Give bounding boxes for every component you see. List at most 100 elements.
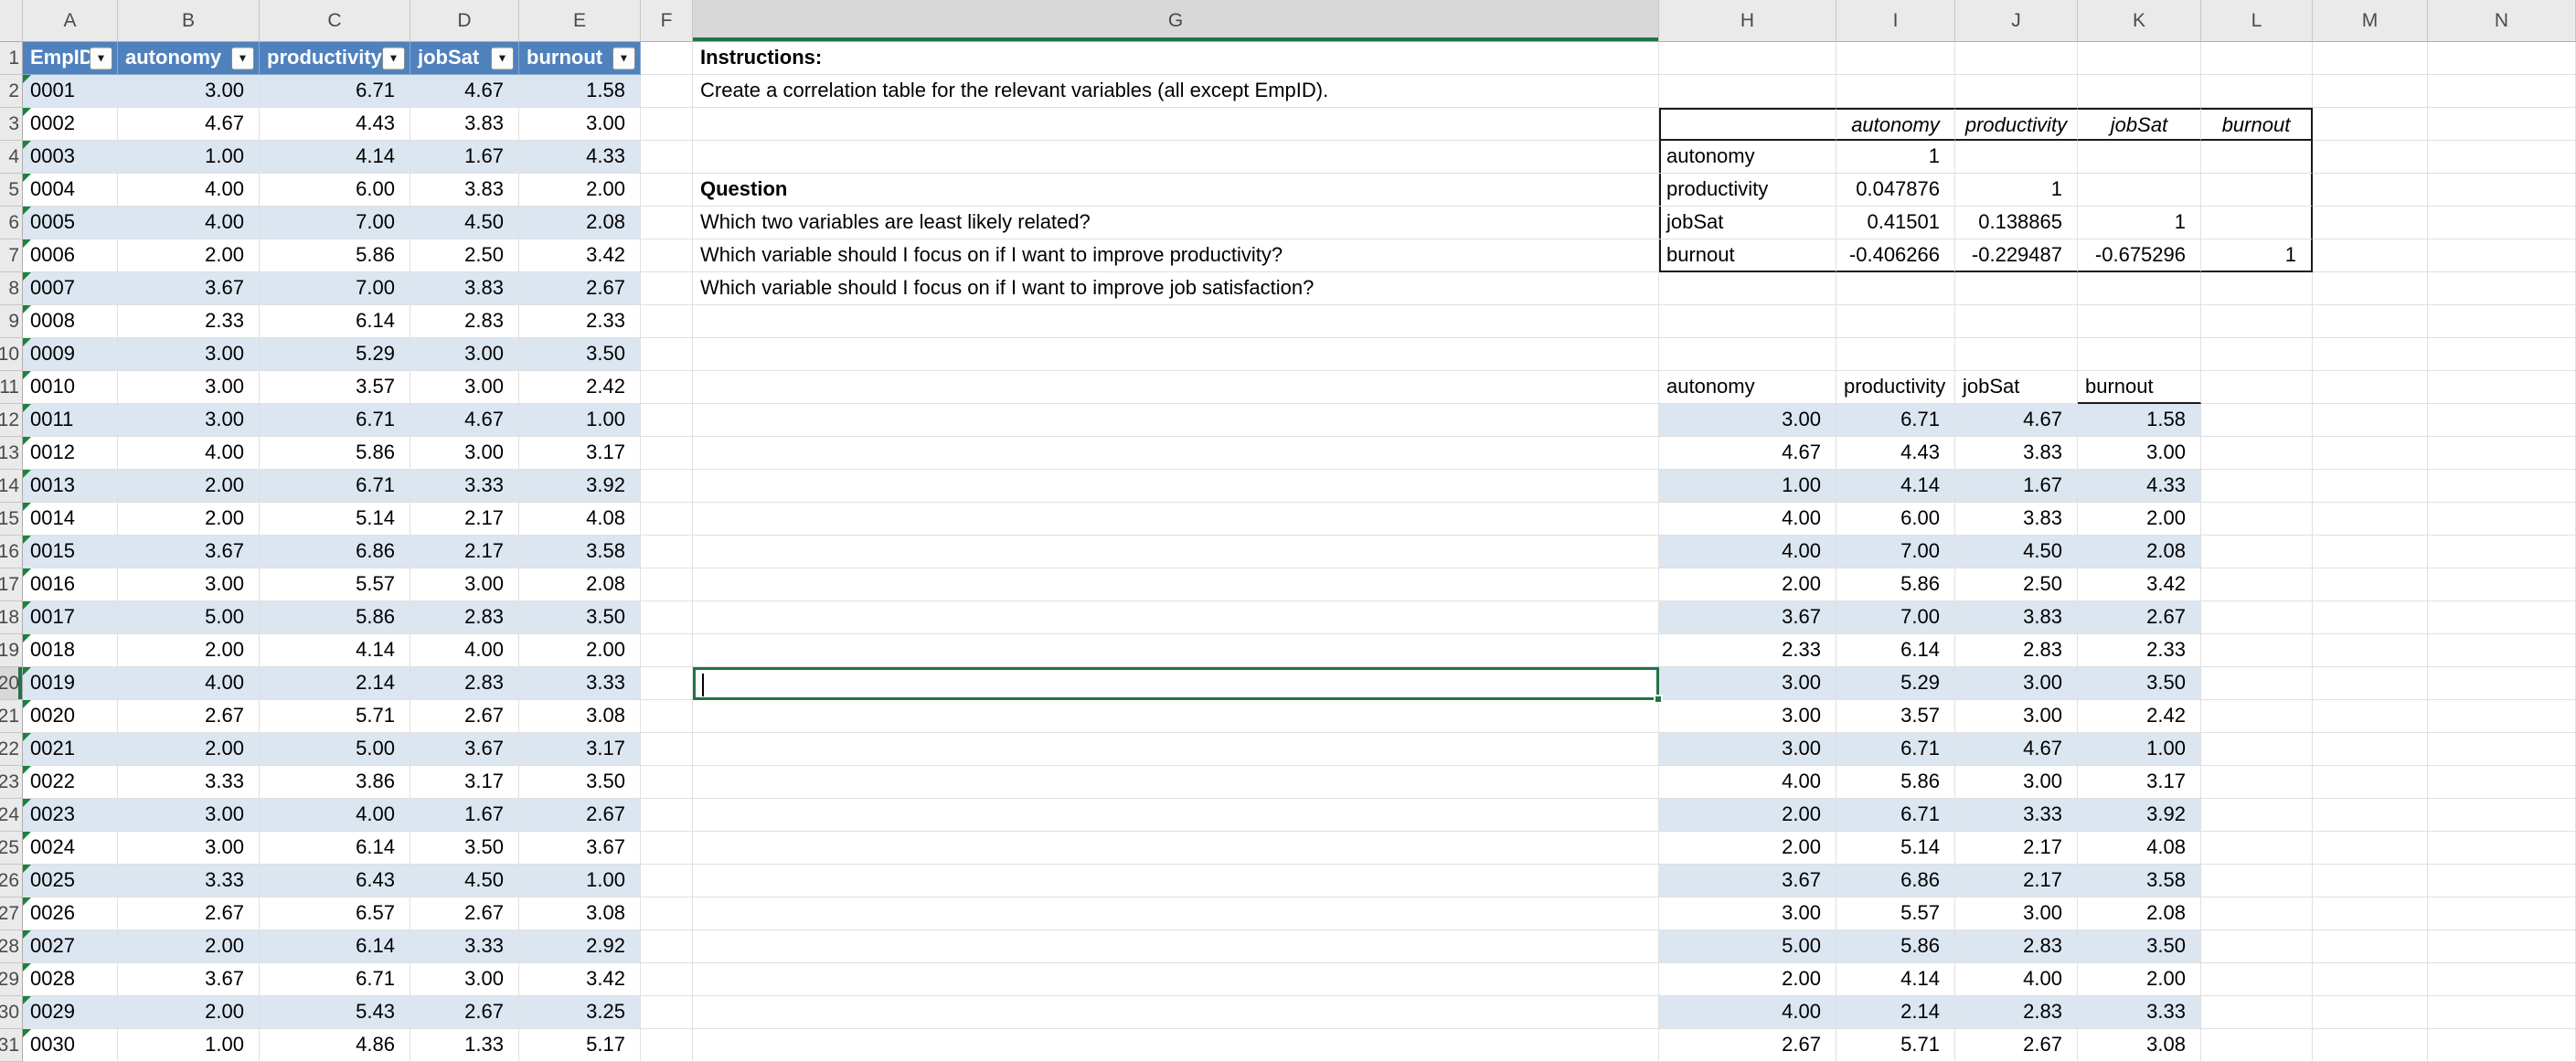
cell-I18[interactable]: 7.00 (1836, 601, 1955, 634)
row-header-11[interactable]: 11 (0, 371, 23, 404)
cell-F14[interactable] (641, 470, 693, 503)
column-header-F[interactable]: F (641, 0, 693, 42)
cell-E24[interactable]: 2.67 (519, 799, 641, 832)
cell-D10[interactable]: 3.00 (410, 338, 519, 371)
cell-C15[interactable]: 5.14 (260, 503, 410, 536)
cell-C29[interactable]: 6.71 (260, 963, 410, 996)
row-header-18[interactable]: 18 (0, 601, 23, 634)
cell-B19[interactable]: 2.00 (118, 634, 260, 667)
cell-C8[interactable]: 7.00 (260, 272, 410, 305)
cell-D3[interactable]: 3.83 (410, 108, 519, 141)
cell-H27[interactable]: 3.00 (1659, 897, 1836, 930)
cell-C31[interactable]: 4.86 (260, 1029, 410, 1062)
row-header-31[interactable]: 31 (0, 1029, 23, 1062)
cell-H24[interactable]: 2.00 (1659, 799, 1836, 832)
row-header-19[interactable]: 19 (0, 634, 23, 667)
cell-K4[interactable] (2078, 141, 2201, 174)
cell-A27[interactable]: 0026 (23, 897, 118, 930)
cell-B12[interactable]: 3.00 (118, 404, 260, 437)
cell-F25[interactable] (641, 832, 693, 865)
row-header-25[interactable]: 25 (0, 832, 23, 865)
cell-I1[interactable] (1836, 42, 1955, 75)
select-all-corner[interactable] (0, 0, 23, 42)
row-header-3[interactable]: 3 (0, 108, 23, 141)
cell-A25[interactable]: 0024 (23, 832, 118, 865)
cell-H7[interactable]: burnout (1659, 239, 1836, 272)
cell-M19[interactable] (2313, 634, 2428, 667)
cell-F15[interactable] (641, 503, 693, 536)
cell-L20[interactable] (2201, 667, 2313, 700)
cell-N1[interactable] (2428, 42, 2576, 75)
row-header-10[interactable]: 10 (0, 338, 23, 371)
cell-E16[interactable]: 3.58 (519, 536, 641, 568)
cell-E1[interactable]: burnout▼ (519, 42, 641, 75)
cell-F9[interactable] (641, 305, 693, 338)
row-header-27[interactable]: 27 (0, 897, 23, 930)
cell-G4[interactable] (693, 141, 1659, 174)
cell-N3[interactable] (2428, 108, 2576, 141)
cell-F7[interactable] (641, 239, 693, 272)
cell-B10[interactable]: 3.00 (118, 338, 260, 371)
cell-A12[interactable]: 0011 (23, 404, 118, 437)
cell-H11[interactable]: autonomy (1659, 371, 1836, 404)
cell-B15[interactable]: 2.00 (118, 503, 260, 536)
cell-J31[interactable]: 2.67 (1955, 1029, 2078, 1062)
cell-D11[interactable]: 3.00 (410, 371, 519, 404)
cell-K11[interactable]: burnout (2078, 371, 2201, 404)
cell-F28[interactable] (641, 930, 693, 963)
row-header-26[interactable]: 26 (0, 865, 23, 897)
cell-L26[interactable] (2201, 865, 2313, 897)
cell-I16[interactable]: 7.00 (1836, 536, 1955, 568)
cell-M5[interactable] (2313, 174, 2428, 207)
row-header-7[interactable]: 7 (0, 239, 23, 272)
cell-I27[interactable]: 5.57 (1836, 897, 1955, 930)
cell-J25[interactable]: 2.17 (1955, 832, 2078, 865)
cell-J8[interactable] (1955, 272, 2078, 305)
cell-J2[interactable] (1955, 75, 2078, 108)
cell-I19[interactable]: 6.14 (1836, 634, 1955, 667)
cell-F4[interactable] (641, 141, 693, 174)
cell-N9[interactable] (2428, 305, 2576, 338)
cell-C3[interactable]: 4.43 (260, 108, 410, 141)
cell-C22[interactable]: 5.00 (260, 733, 410, 766)
cell-M6[interactable] (2313, 207, 2428, 239)
cell-C30[interactable]: 5.43 (260, 996, 410, 1029)
cell-L25[interactable] (2201, 832, 2313, 865)
cell-I14[interactable]: 4.14 (1836, 470, 1955, 503)
cell-K28[interactable]: 3.50 (2078, 930, 2201, 963)
row-header-12[interactable]: 12 (0, 404, 23, 437)
cell-B13[interactable]: 4.00 (118, 437, 260, 470)
cell-A22[interactable]: 0021 (23, 733, 118, 766)
cell-I12[interactable]: 6.71 (1836, 404, 1955, 437)
cell-E15[interactable]: 4.08 (519, 503, 641, 536)
cell-G12[interactable] (693, 404, 1659, 437)
cell-F22[interactable] (641, 733, 693, 766)
cell-A8[interactable]: 0007 (23, 272, 118, 305)
cell-J22[interactable]: 4.67 (1955, 733, 2078, 766)
cell-A10[interactable]: 0009 (23, 338, 118, 371)
cell-D21[interactable]: 2.67 (410, 700, 519, 733)
cell-G14[interactable] (693, 470, 1659, 503)
selected-cell-outline[interactable] (693, 667, 1659, 700)
cell-N23[interactable] (2428, 766, 2576, 799)
cell-C24[interactable]: 4.00 (260, 799, 410, 832)
cell-N15[interactable] (2428, 503, 2576, 536)
cell-G8[interactable]: Which variable should I focus on if I wa… (693, 272, 1659, 305)
cell-C10[interactable]: 5.29 (260, 338, 410, 371)
cell-F10[interactable] (641, 338, 693, 371)
cell-D26[interactable]: 4.50 (410, 865, 519, 897)
row-header-5[interactable]: 5 (0, 174, 23, 207)
cell-L29[interactable] (2201, 963, 2313, 996)
cell-C5[interactable]: 6.00 (260, 174, 410, 207)
cell-I9[interactable] (1836, 305, 1955, 338)
cell-E12[interactable]: 1.00 (519, 404, 641, 437)
cell-A7[interactable]: 0006 (23, 239, 118, 272)
cell-I26[interactable]: 6.86 (1836, 865, 1955, 897)
row-header-1[interactable]: 1 (0, 42, 23, 75)
cell-K6[interactable]: 1 (2078, 207, 2201, 239)
cell-G6[interactable]: Which two variables are least likely rel… (693, 207, 1659, 239)
cell-D25[interactable]: 3.50 (410, 832, 519, 865)
cell-B28[interactable]: 2.00 (118, 930, 260, 963)
cell-K18[interactable]: 2.67 (2078, 601, 2201, 634)
cell-A1[interactable]: EmpID▼ (23, 42, 118, 75)
